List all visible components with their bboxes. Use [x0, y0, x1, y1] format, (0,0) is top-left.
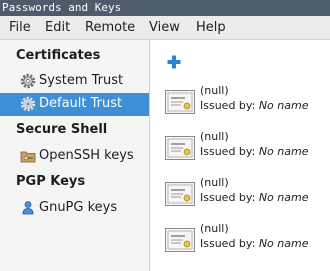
sidebar-item-label: Default Trust: [39, 96, 123, 111]
key-folder-icon: [20, 151, 36, 163]
plus-icon[interactable]: [166, 54, 182, 70]
certificate-icon: [165, 182, 195, 206]
certificate-name: (null): [200, 130, 229, 143]
list-item[interactable]: (null) Issued by: No name: [150, 220, 330, 266]
certificate-list-pane: (null) Issued by: No name (null) Issued …: [150, 40, 330, 271]
menubar: File Edit Remote View Help: [0, 16, 330, 40]
sidebar-item-openssh-keys[interactable]: OpenSSH keys: [0, 145, 149, 168]
section-certificates: Certificates: [16, 48, 101, 63]
sidebar-item-label: System Trust: [39, 73, 124, 88]
sidebar-item-system-trust[interactable]: System Trust: [0, 70, 149, 93]
menu-help[interactable]: Help: [196, 20, 226, 35]
certificate-issuer: Issued by: No name: [200, 237, 309, 250]
list-item[interactable]: (null) Issued by: No name: [150, 128, 330, 174]
certificate-icon: [165, 228, 195, 252]
sidebar-item-label: OpenSSH keys: [39, 148, 134, 163]
certificate-name: (null): [200, 84, 229, 97]
certificate-issuer: Issued by: No name: [200, 145, 309, 158]
list-item[interactable]: (null) Issued by: No name: [150, 174, 330, 220]
sidebar-item-label: GnuPG keys: [39, 200, 118, 215]
certificate-issuer: Issued by: No name: [200, 99, 309, 112]
certificate-name: (null): [200, 222, 229, 235]
certificate-issuer: Issued by: No name: [200, 191, 309, 204]
sidebar-item-gnupg-keys[interactable]: GnuPG keys: [0, 197, 149, 220]
menu-file[interactable]: File: [9, 20, 31, 35]
sidebar: Certificates System Trust Default Trust …: [0, 40, 150, 271]
gear-icon: [20, 96, 36, 112]
menu-remote[interactable]: Remote: [85, 20, 135, 35]
window-title: Passwords and Keys: [0, 0, 330, 16]
toolbar: [150, 40, 330, 82]
section-pgp-keys: PGP Keys: [16, 174, 86, 189]
certificate-icon: [165, 136, 195, 160]
section-secure-shell: Secure Shell: [16, 122, 108, 137]
certificate-name: (null): [200, 176, 229, 189]
certificate-icon: [165, 90, 195, 114]
gear-icon: [20, 73, 36, 89]
menu-view[interactable]: View: [149, 20, 180, 35]
list-item[interactable]: (null) Issued by: No name: [150, 82, 330, 128]
person-key-icon: [22, 201, 34, 215]
sidebar-item-default-trust[interactable]: Default Trust: [0, 93, 149, 116]
menu-edit[interactable]: Edit: [45, 20, 70, 35]
